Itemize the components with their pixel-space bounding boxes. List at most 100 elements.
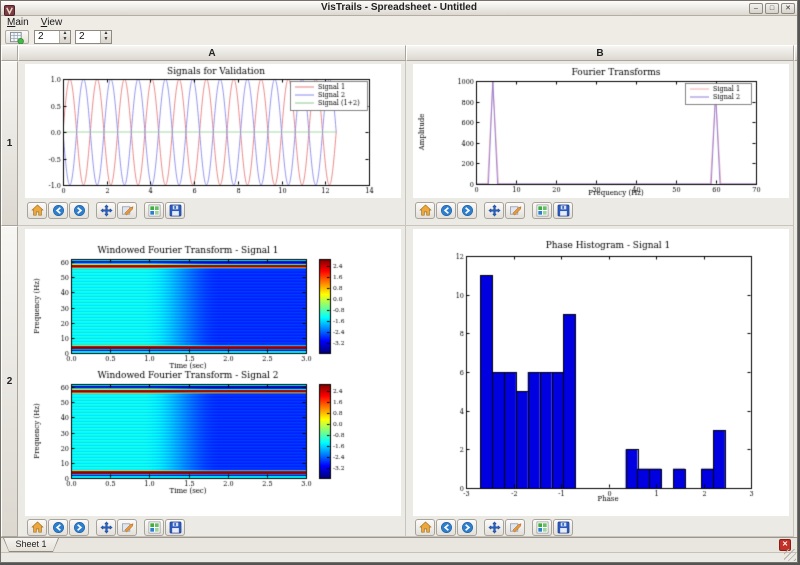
save-button[interactable] [553, 202, 573, 219]
pan-button[interactable] [96, 202, 116, 219]
save-icon [557, 204, 570, 217]
save-button[interactable] [553, 519, 573, 536]
configure-subplots-button[interactable] [144, 519, 164, 536]
vistrails-spreadsheet-window: VisTrails - Spreadsheet - Untitled –□ ✕ M… [0, 0, 798, 563]
zoom-button[interactable] [505, 202, 525, 219]
zoom-icon [509, 204, 522, 217]
home-button[interactable] [27, 519, 47, 536]
row-header-1[interactable]: 1 [1, 61, 18, 226]
configure-subplots-icon [148, 521, 161, 534]
cols-spinbox[interactable]: 2 ▲▼ [75, 30, 112, 44]
rows-spinbox[interactable]: 2 ▲▼ [34, 30, 71, 44]
zoom-button[interactable] [117, 519, 137, 536]
column-header-filler [794, 45, 798, 61]
zoom-icon [509, 521, 522, 534]
maximize-icon: □ [770, 5, 774, 12]
cell-a1 [18, 61, 406, 226]
zoom-button[interactable] [505, 519, 525, 536]
menu-item-main[interactable]: Main [5, 17, 35, 28]
figure-canvas-fourier[interactable] [413, 64, 789, 198]
window-controls: –□ ✕ [749, 3, 795, 14]
titlebar[interactable]: VisTrails - Spreadsheet - Untitled –□ ✕ [1, 1, 797, 16]
window-title: VisTrails - Spreadsheet - Untitled [1, 2, 797, 13]
home-button[interactable] [415, 202, 435, 219]
figure-canvas-signals[interactable] [25, 64, 401, 198]
back-button[interactable] [436, 202, 456, 219]
forward-button[interactable] [457, 202, 477, 219]
rows-spinbox-value: 2 [35, 31, 59, 43]
back-button[interactable] [48, 519, 68, 536]
column-header-b[interactable]: B [406, 45, 794, 61]
configure-subplots-button[interactable] [532, 202, 552, 219]
cell-a2 [18, 226, 406, 537]
save-button[interactable] [165, 519, 185, 536]
pan-icon [100, 204, 113, 217]
figure-canvas-windowed-fourier[interactable] [25, 229, 401, 516]
forward-icon [73, 204, 86, 217]
resize-grip[interactable] [784, 549, 796, 561]
pan-icon [488, 204, 501, 217]
back-button[interactable] [48, 202, 68, 219]
close-icon: ✕ [782, 541, 788, 548]
pan-button[interactable] [484, 519, 504, 536]
configure-subplots-icon [536, 521, 549, 534]
mpl-toolbar [27, 202, 186, 219]
mpl-toolbar [415, 519, 574, 536]
forward-button[interactable] [69, 202, 89, 219]
new-sheet-button[interactable] [5, 30, 29, 44]
sheet-right-margin [794, 61, 798, 537]
pan-icon [488, 521, 501, 534]
mpl-toolbar [27, 519, 186, 536]
sheet-tab-label: Sheet 1 [3, 539, 59, 549]
save-button[interactable] [165, 202, 185, 219]
close-button[interactable]: ✕ [781, 3, 795, 14]
back-button[interactable] [436, 519, 456, 536]
back-icon [52, 204, 65, 217]
forward-icon [461, 521, 474, 534]
sheet-tab[interactable]: Sheet 1 [3, 538, 59, 552]
mpl-toolbar [415, 202, 574, 219]
figure-canvas-phase-histogram[interactable] [413, 229, 789, 516]
zoom-icon [121, 204, 134, 217]
menu-item-view[interactable]: View [39, 17, 69, 28]
sheet-tab-bar: Sheet 1 ✕ [1, 537, 797, 552]
save-icon [557, 521, 570, 534]
spin-down-icon[interactable]: ▼ [60, 37, 70, 43]
configure-subplots-icon [536, 204, 549, 217]
back-icon [52, 521, 65, 534]
cell-b1 [406, 61, 794, 226]
spin-down-icon[interactable]: ▼ [101, 37, 111, 43]
zoom-icon [121, 521, 134, 534]
save-icon [169, 521, 182, 534]
column-header-a[interactable]: A [18, 45, 406, 61]
cell-b2 [406, 226, 794, 537]
configure-subplots-icon [148, 204, 161, 217]
zoom-button[interactable] [117, 202, 137, 219]
home-icon [31, 521, 44, 534]
save-icon [169, 204, 182, 217]
back-icon [440, 204, 453, 217]
forward-button[interactable] [69, 519, 89, 536]
sheet-corner-cell [1, 45, 18, 61]
home-button[interactable] [27, 202, 47, 219]
home-icon [31, 204, 44, 217]
row-header-2[interactable]: 2 [1, 226, 18, 537]
new-sheet-icon [9, 31, 25, 44]
home-button[interactable] [415, 519, 435, 536]
forward-icon [73, 521, 86, 534]
forward-button[interactable] [457, 519, 477, 536]
menu-bar: Main View [1, 17, 797, 30]
configure-subplots-button[interactable] [144, 202, 164, 219]
cols-spinbox-value: 2 [76, 31, 100, 43]
pan-icon [100, 521, 113, 534]
minimize-button[interactable]: – [749, 3, 763, 14]
close-icon: ✕ [785, 5, 791, 12]
forward-icon [461, 204, 474, 217]
status-bar [1, 552, 797, 562]
home-icon [419, 204, 432, 217]
back-icon [440, 521, 453, 534]
maximize-button[interactable]: □ [765, 3, 779, 14]
pan-button[interactable] [96, 519, 116, 536]
pan-button[interactable] [484, 202, 504, 219]
configure-subplots-button[interactable] [532, 519, 552, 536]
